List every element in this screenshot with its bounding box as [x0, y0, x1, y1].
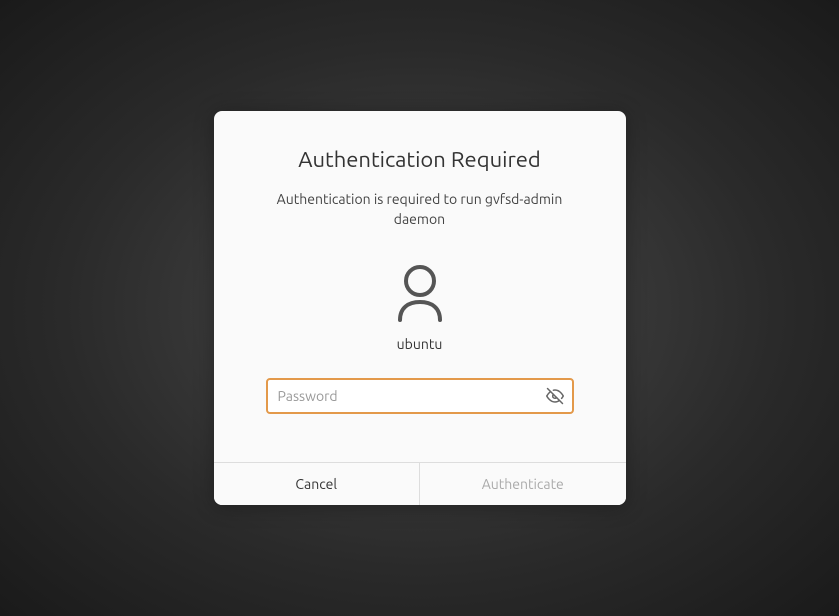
cancel-button[interactable]: Cancel	[214, 463, 421, 505]
eye-off-icon[interactable]	[546, 387, 564, 405]
dialog-message: Authentication is required to run gvfsd-…	[250, 190, 590, 229]
username-label: ubuntu	[397, 336, 443, 352]
authentication-dialog: Authentication Required Authentication i…	[214, 111, 626, 504]
button-row: Cancel Authenticate	[214, 462, 626, 505]
dialog-title: Authentication Required	[250, 147, 590, 172]
authenticate-button[interactable]: Authenticate	[420, 463, 626, 505]
password-field-wrapper	[266, 378, 574, 414]
user-section: ubuntu	[250, 264, 590, 352]
user-icon	[394, 264, 446, 326]
dialog-body: Authentication Required Authentication i…	[214, 111, 626, 461]
password-input[interactable]	[266, 378, 574, 414]
